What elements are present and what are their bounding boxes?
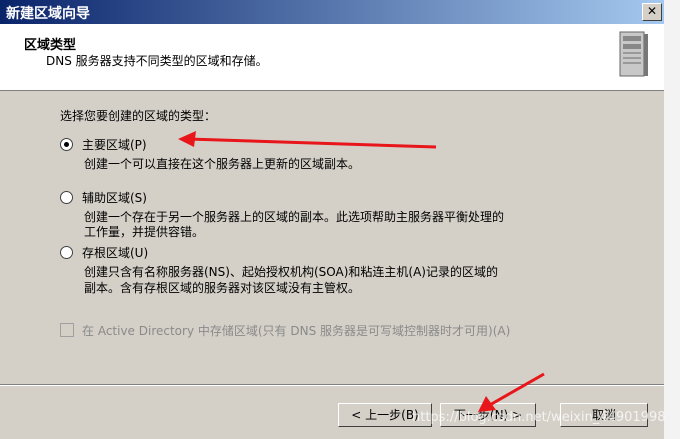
annotation-arrow-primary [178,131,437,149]
stub-zone-label[interactable]: 存根区域(U) [82,244,148,261]
stub-zone-radio[interactable] [60,246,73,259]
page-description: DNS 服务器支持不同类型的区域和存储。 [46,54,268,68]
primary-zone-radio[interactable] [60,138,73,151]
wizard-header: 区域类型 DNS 服务器支持不同类型的区域和存储。 [0,24,664,91]
secondary-zone-label[interactable]: 辅助区域(S) [82,189,147,206]
secondary-zone-radio[interactable] [60,191,73,204]
footer-divider [0,384,664,386]
window-title: 新建区域向导 [6,6,90,22]
primary-zone-label[interactable]: 主要区域(P) [82,136,147,153]
close-button[interactable]: ✕ [642,3,662,21]
stub-zone-description-line2: 副本。含有存根区域的服务器对该区域没有主管权。 [84,281,361,295]
secondary-zone-description-line1: 创建一个存在于另一个服务器上的区域的副本。此选项帮助主服务器平衡处理的 [84,210,505,224]
server-icon [619,31,648,77]
page-title: 区域类型 [24,38,77,53]
ad-store-checkbox [60,323,74,337]
watermark-text: https://blog.csdn.net/weixin_44901998 [412,410,666,425]
zone-type-prompt: 选择您要创建的区域的类型： [60,109,217,123]
secondary-zone-description-line2: 工作量，并提供容错。 [84,225,205,239]
title-bar: 新建区域向导 ✕ [0,0,670,24]
primary-zone-description: 创建一个可以直接在这个服务器上更新的区域副本。 [84,157,361,171]
ad-store-label: 在 Active Directory 中存储区域(只有 DNS 服务器是可写域控… [82,324,511,338]
background-strip [664,0,680,439]
stub-zone-description-line1: 创建只含有名称服务器(NS)、起始授权机构(SOA)和粘连主机(A)记录的区域的 [84,265,498,279]
wizard-window: 新建区域向导 ✕ 区域类型 DNS 服务器支持不同类型的区域和存储。 选择您要创… [0,0,680,439]
